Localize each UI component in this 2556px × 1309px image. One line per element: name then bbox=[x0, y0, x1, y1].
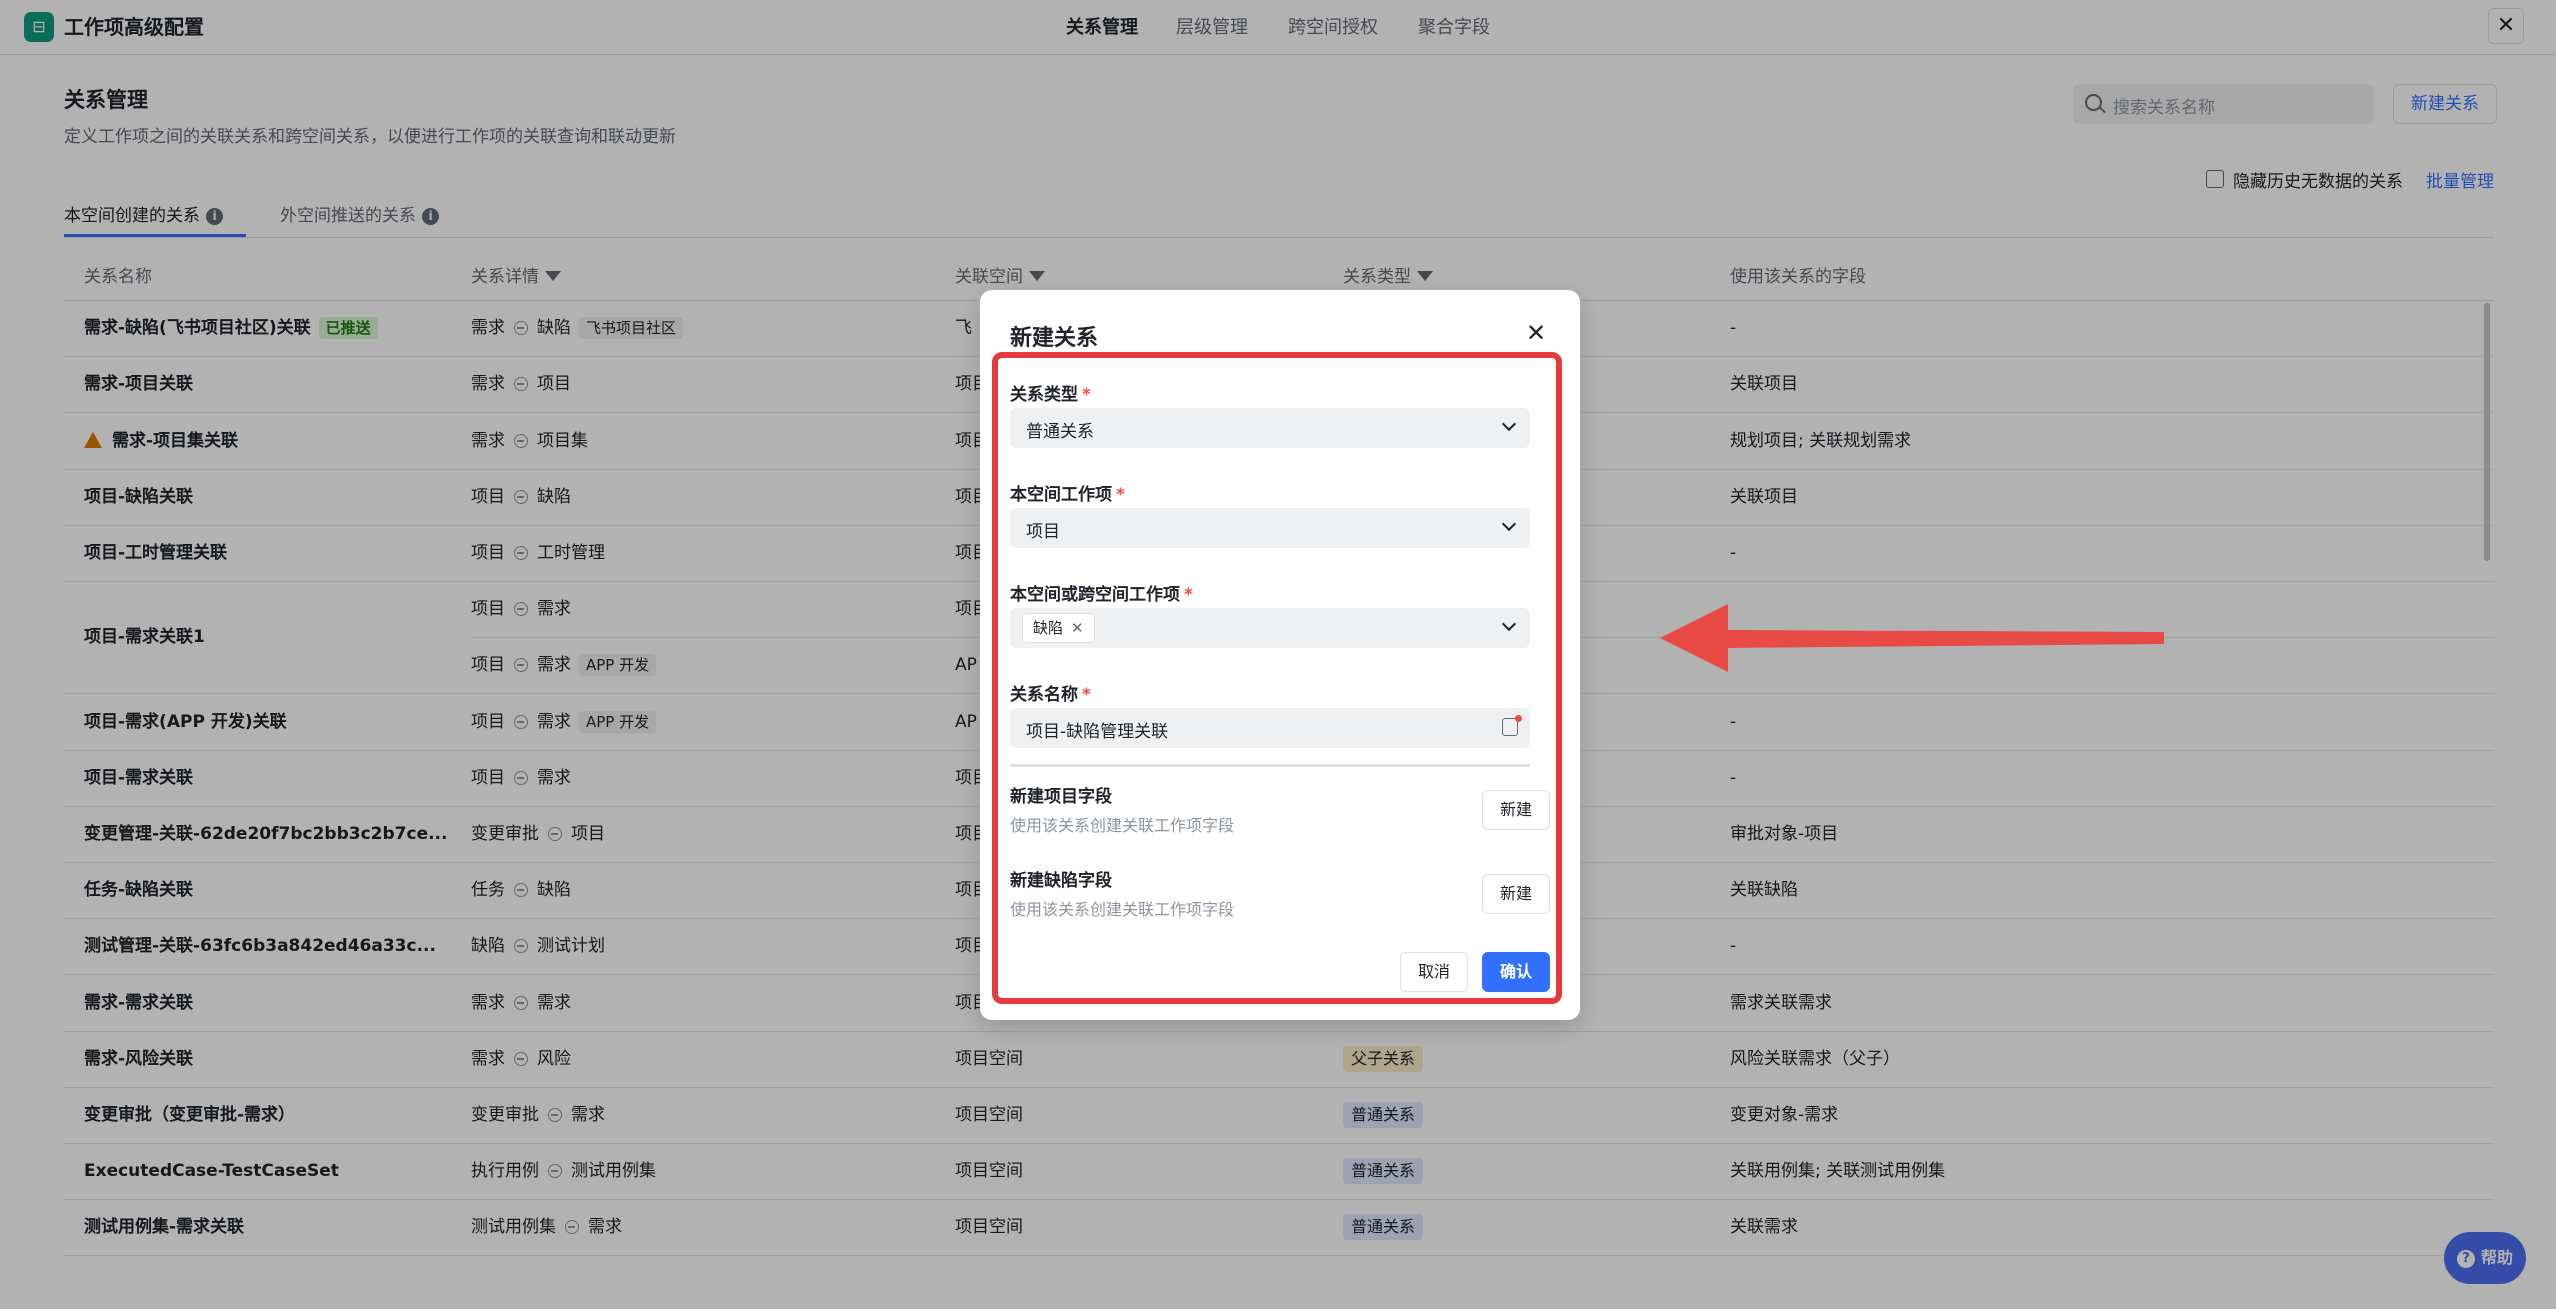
relation-type-value: 普通关系 bbox=[1026, 422, 1094, 442]
chevron-down-icon bbox=[1501, 616, 1517, 632]
new-defect-field-desc: 使用该关系创建关联工作项字段 bbox=[1010, 900, 1235, 919]
new-project-field-desc: 使用该关系创建关联工作项字段 bbox=[1010, 816, 1235, 835]
relation-name-input[interactable]: 项目-缺陷管理关联 bbox=[1010, 708, 1530, 748]
chevron-down-icon bbox=[1501, 416, 1517, 432]
cancel-button[interactable]: 取消 bbox=[1400, 952, 1468, 992]
relation-type-select[interactable]: 普通关系 bbox=[1010, 408, 1530, 448]
required-mark: * bbox=[1082, 685, 1091, 705]
relation-type-label: 关系类型 * bbox=[1010, 385, 1091, 405]
relation-name-label: 关系名称 * bbox=[1010, 685, 1091, 705]
required-mark: * bbox=[1116, 485, 1125, 505]
selected-item-chip: 缺陷 ✕ bbox=[1022, 613, 1095, 643]
required-mark: * bbox=[1184, 585, 1193, 605]
local-item-label: 本空间工作项 * bbox=[1010, 485, 1125, 505]
local-item-value: 项目 bbox=[1026, 522, 1060, 542]
form-divider bbox=[1010, 764, 1530, 767]
new-project-field-title: 新建项目字段 bbox=[1010, 787, 1112, 807]
confirm-button[interactable]: 确认 bbox=[1482, 952, 1550, 992]
notification-dot bbox=[1515, 715, 1522, 722]
target-item-label: 本空间或跨空间工作项 * bbox=[1010, 585, 1193, 605]
target-item-select[interactable]: 缺陷 ✕ bbox=[1010, 608, 1530, 648]
relation-name-value: 项目-缺陷管理关联 bbox=[1026, 722, 1169, 742]
dialog-close-button[interactable]: ✕ bbox=[1526, 318, 1546, 348]
chevron-down-icon bbox=[1501, 516, 1517, 532]
local-item-select[interactable]: 项目 bbox=[1010, 508, 1530, 548]
annotation-arrow bbox=[1660, 604, 2164, 672]
dialog-title: 新建关系 bbox=[1010, 326, 1099, 351]
close-icon: ✕ bbox=[1526, 319, 1547, 347]
new-project-field-button[interactable]: 新建 bbox=[1482, 790, 1550, 830]
new-relation-dialog: 新建关系 ✕ 关系类型 * 普通关系 本空间工作项 * 项目 本空间或跨空间工作项 *… bbox=[980, 290, 1580, 1020]
new-defect-field-button[interactable]: 新建 bbox=[1482, 874, 1550, 914]
chip-label: 缺陷 bbox=[1033, 619, 1064, 637]
required-mark: * bbox=[1082, 385, 1091, 405]
remove-chip-icon[interactable]: ✕ bbox=[1071, 619, 1084, 637]
new-defect-field-title: 新建缺陷字段 bbox=[1010, 871, 1112, 891]
